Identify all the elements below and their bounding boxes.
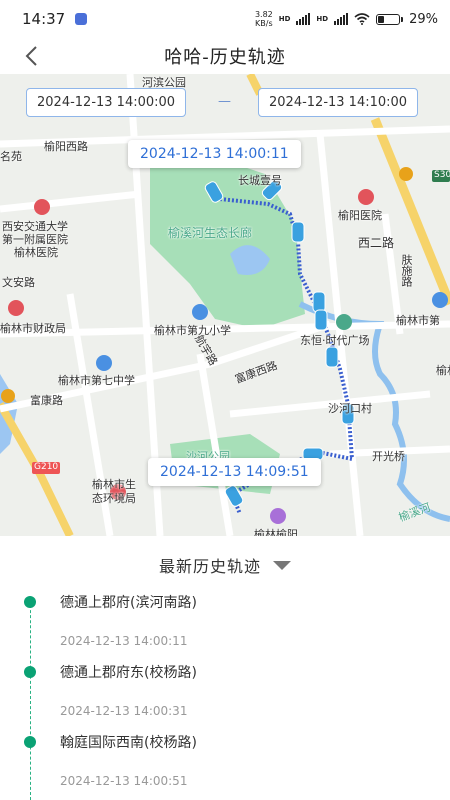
chevron-left-icon [25,46,37,66]
location-time: 2024-12-13 14:00:31 [60,704,188,718]
mall-icon [336,314,352,330]
network-type-label-2: HD [316,15,329,23]
location-time: 2024-12-13 14:00:51 [60,774,188,788]
place-label: 榆林市财政局 [0,322,66,335]
location-name: 翰庭国际西南(校杨路) [60,735,197,751]
location-name: 德通上郡府(滨河南路) [60,595,197,611]
track-end-label: 2024-12-13 14:09:51 [148,458,321,486]
place-label: 榆林市第九小学 [154,324,231,337]
track-start-label: 2024-12-13 14:00:11 [128,140,301,168]
history-title: 最新历史轨迹 [158,557,261,576]
gas-station-icon [399,167,413,181]
location-name: 德通上郡府东(校杨路) [60,665,197,681]
place-label: 文安路 [2,276,35,289]
shop-icon [270,508,286,524]
caret-down-icon[interactable] [273,560,291,570]
car-icon [314,309,328,331]
place-label: 榆阳西路 [44,140,88,153]
location-time: 2024-12-13 14:00:11 [60,634,188,648]
place-label: 榆林榆阳 [254,528,298,536]
network-speed: 3.82 KB/s [254,10,273,28]
timeline-dot-icon [24,666,36,678]
timeline-dot-icon [24,596,36,608]
status-time: 14:37 [22,10,66,28]
page-header: 哈哈-历史轨迹 [0,38,450,74]
place-label: 榆林市第七中学 [58,374,135,387]
school-icon [432,292,448,308]
signal-icon [296,13,311,25]
history-timeline: 德通上郡府(滨河南路) 2024-12-13 14:00:11 德通上郡府东(校… [0,582,450,800]
place-label: 榆林医院 [14,246,58,259]
app-notification-icon [75,13,88,25]
timeline-dot-icon [24,736,36,748]
page-title: 哈哈-历史轨迹 [164,47,286,68]
car-icon [291,221,305,243]
place-label: 富康路 [30,394,63,407]
car-icon [312,291,326,313]
start-time-field[interactable]: 2024-12-13 14:00:00 [26,88,187,117]
gas-station-icon [1,389,15,403]
place-label: 态环境局 [92,492,136,505]
place-label: 东恒·时代广场 [300,334,370,347]
battery-icon [376,13,404,25]
end-time-field[interactable]: 2024-12-13 14:10:00 [258,88,419,117]
network-type-label: HD [278,15,291,23]
time-range-separator: — [218,94,231,109]
place-label: 沙河口村 [328,402,372,415]
gov-icon [8,300,24,316]
place-label: 长城壹号 [238,174,282,187]
hospital-icon [358,189,374,205]
hospital-icon [34,199,50,215]
place-label: 榆林 [436,364,450,377]
map-view[interactable]: 河滨公园 榆阳西路 名苑 长城壹号 S304 榆阳医院 西安交通大学 第一附属医… [0,74,450,536]
place-label: 榆林市第 [396,314,440,327]
highway-label: G210 [34,462,59,472]
place-label: 开光桥 [372,450,405,463]
park-label: 榆溪河生态长廊 [168,226,253,240]
car-icon [325,346,339,368]
highway-label: S304 [434,170,450,180]
place-label: 榆阳医院 [338,209,382,222]
place-label: 名苑 [0,150,22,163]
signal-icon-2 [334,13,349,25]
wifi-icon [354,13,370,25]
timeline-line [30,600,31,800]
school-icon [192,304,208,320]
place-label: 肤施路 [400,254,413,287]
place-label: 西二路 [358,236,395,250]
status-bar: 14:37 3.82 KB/s HD HD 29% [0,0,450,38]
school-icon [96,355,112,371]
battery-percent: 29% [409,11,438,27]
history-header[interactable]: 最新历史轨迹 [0,548,450,582]
back-button[interactable] [16,42,46,70]
